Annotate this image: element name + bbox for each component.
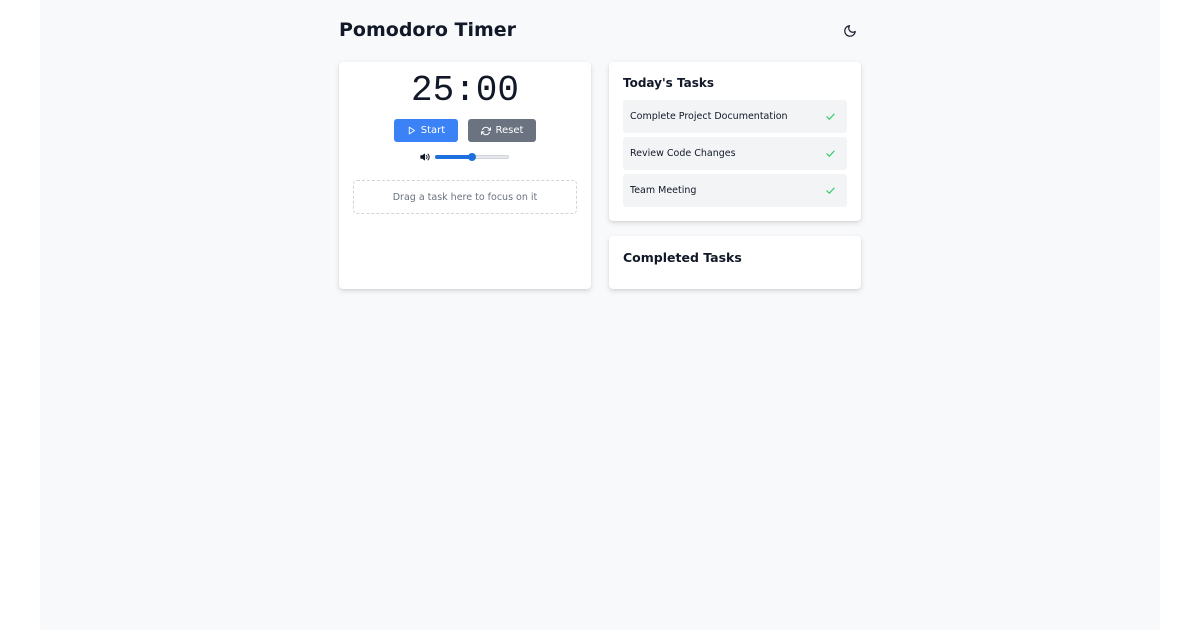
task-item[interactable]: Review Code Changes — [623, 137, 847, 170]
volume-slider[interactable] — [435, 151, 509, 163]
task-label: Team Meeting — [630, 185, 697, 196]
focus-drop-zone[interactable]: Drag a task here to focus on it — [353, 180, 577, 214]
timer-card: 25:00 Start Reset Drag a task here to fo… — [339, 62, 591, 289]
volume-slider-thumb[interactable] — [468, 153, 476, 161]
check-icon[interactable] — [825, 185, 836, 196]
theme-toggle-button[interactable] — [839, 20, 861, 42]
timer-controls: Start Reset — [339, 119, 591, 142]
completed-tasks-card: Completed Tasks — [609, 236, 861, 289]
task-label: Complete Project Documentation — [630, 111, 788, 122]
page-title: Pomodoro Timer — [339, 19, 517, 41]
volume-control — [420, 151, 509, 163]
check-icon[interactable] — [825, 111, 836, 122]
completed-tasks-title: Completed Tasks — [623, 250, 742, 265]
todays-tasks-title: Today's Tasks — [623, 76, 714, 90]
play-icon — [408, 126, 415, 135]
header: Pomodoro Timer — [339, 17, 861, 45]
refresh-icon — [480, 126, 491, 135]
reset-button[interactable]: Reset — [468, 119, 536, 142]
volume-slider-fill — [435, 155, 472, 159]
start-button-label: Start — [420, 125, 446, 136]
todays-tasks-card: Today's Tasks Complete Project Documenta… — [609, 62, 861, 221]
moon-icon — [844, 25, 856, 37]
task-list: Complete Project Documentation Review Co… — [623, 100, 847, 211]
reset-button-label: Reset — [495, 125, 524, 136]
task-label: Review Code Changes — [630, 148, 736, 159]
task-item[interactable]: Complete Project Documentation — [623, 100, 847, 133]
start-button[interactable]: Start — [394, 119, 458, 142]
task-item[interactable]: Team Meeting — [623, 174, 847, 207]
timer-display: 25:00 — [410, 70, 520, 111]
app-container: Pomodoro Timer 25:00 Start Reset Drag a … — [40, 0, 1160, 630]
check-icon[interactable] — [825, 148, 836, 159]
volume-icon — [420, 153, 430, 161]
